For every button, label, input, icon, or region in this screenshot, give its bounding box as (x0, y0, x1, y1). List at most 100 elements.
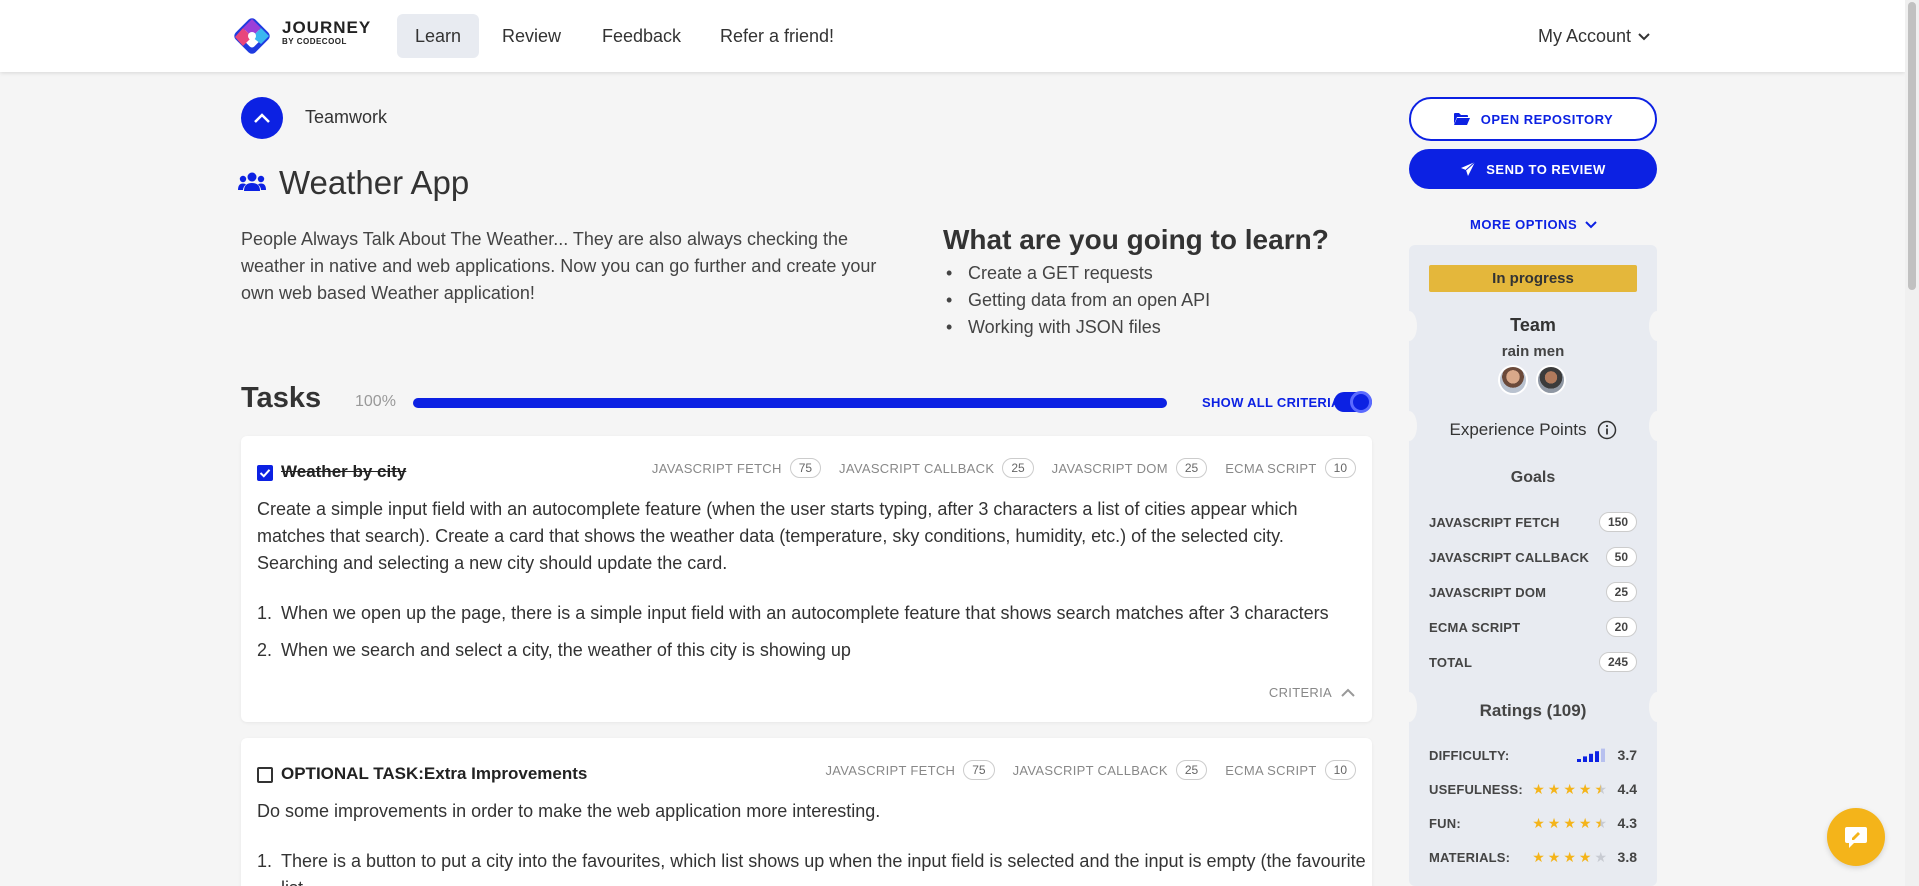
task-tag: ECMA SCRIPT 10 (1225, 458, 1356, 478)
feedback-chat-button[interactable] (1827, 808, 1885, 866)
show-all-criteria-label[interactable]: SHOW ALL CRITERIA (1202, 395, 1341, 410)
criteria-item: 1. There is a button to put a city into t… (257, 848, 1372, 886)
goal-value: 25 (1605, 582, 1637, 602)
goal-row: JAVASCRIPT CALLBACK 50 (1429, 545, 1637, 569)
progress-bar-fill (413, 398, 1167, 408)
avatar[interactable] (1536, 365, 1566, 395)
page-scrollbar[interactable] (1905, 0, 1919, 886)
progress-bar (413, 398, 1167, 408)
rating-name: MATERIALS: (1429, 849, 1511, 865)
star-icon: ★ (1547, 815, 1561, 831)
nav-feedback[interactable]: Feedback (584, 14, 699, 58)
task-checkbox-checked[interactable] (257, 465, 273, 481)
logo-text: JOURNEY BY CODECOOL (282, 19, 371, 47)
send-to-review-button[interactable]: SEND TO REVIEW (1409, 149, 1657, 189)
tag-name: ECMA SCRIPT (1225, 762, 1317, 778)
task-checkbox-unchecked[interactable] (257, 767, 273, 783)
journey-logo-icon[interactable] (232, 16, 272, 56)
breadcrumb[interactable]: Teamwork (305, 107, 387, 128)
task-title: Weather by city (281, 462, 407, 481)
avatar[interactable] (1498, 365, 1528, 395)
rating-stars: ★ ★ ★ ★ ★ (1521, 782, 1607, 796)
criteria-text: There is a button to put a city into the… (281, 851, 1366, 886)
rating-name: USEFULNESS: (1429, 781, 1523, 797)
star-icon: ★ (1594, 781, 1607, 797)
criteria-collapse-button[interactable]: CRITERIA (1269, 685, 1356, 700)
goal-name: JAVASCRIPT FETCH (1429, 514, 1560, 530)
logo-title: JOURNEY (282, 18, 372, 37)
tag-value: 10 (1324, 760, 1356, 780)
task-card: OPTIONAL TASK:Extra Improvements JAVASCR… (241, 738, 1372, 886)
task-tag: JAVASCRIPT DOM 25 (1052, 458, 1208, 478)
rating-value: 4.3 (1617, 815, 1637, 831)
tag-value: 25 (1175, 458, 1208, 478)
rating-value: 4.4 (1617, 781, 1637, 797)
my-account-menu[interactable]: My Account (1538, 14, 1651, 58)
star-icon: ★ (1547, 849, 1561, 865)
nav-review[interactable]: Review (484, 14, 579, 58)
ratings-heading: Ratings (109) (1479, 701, 1587, 720)
difficulty-bar (1595, 751, 1599, 762)
folder-open-icon (1453, 113, 1470, 125)
goals-heading: Goals (1510, 469, 1556, 486)
send-to-review-label: SEND TO REVIEW (1486, 161, 1606, 177)
learn-item: Working with JSON files (946, 314, 1210, 341)
info-icon[interactable] (1597, 420, 1617, 440)
task-criteria-list: 1. There is a button to put a city into t… (257, 848, 1372, 886)
nav-refer-friend[interactable]: Refer a friend! (702, 14, 852, 58)
nav-learn[interactable]: Learn (397, 14, 480, 58)
logo-subtitle: BY CODECOOL (282, 37, 347, 46)
team-heading: Team (1510, 315, 1556, 335)
tag-name: JAVASCRIPT CALLBACK (839, 460, 995, 476)
more-options-button[interactable]: MORE OPTIONS (1470, 217, 1597, 232)
criteria-item: 1. When we open up the page, there is a s… (257, 603, 1329, 623)
learn-list: Create a GET requests Getting data from … (946, 260, 1210, 341)
star-icon: ★ (1532, 815, 1545, 831)
star-icon: ★ (1563, 781, 1576, 797)
rating-row-difficulty: DIFFICULTY: 3.7 (1429, 745, 1637, 765)
collapse-up-button[interactable] (241, 97, 283, 139)
criteria-text: When we search and select a city, the we… (281, 640, 851, 660)
goal-name: JAVASCRIPT CALLBACK (1429, 549, 1590, 565)
check-icon (259, 469, 271, 478)
rating-row-fun: FUN: ★ ★ ★ ★ ★ 4.3 (1429, 813, 1637, 833)
task-tag: JAVASCRIPT FETCH 75 (825, 760, 995, 780)
difficulty-bar (1601, 748, 1605, 762)
difficulty-bar (1583, 756, 1587, 762)
task-description: Create a simple input field with an auto… (257, 499, 1298, 573)
star-icon: ★ (1578, 849, 1592, 865)
task-tag: JAVASCRIPT CALLBACK 25 (1013, 760, 1208, 780)
toggle-knob (1350, 391, 1372, 413)
tag-name: ECMA SCRIPT (1225, 460, 1317, 476)
tasks-heading: Tasks (241, 382, 322, 414)
project-info-panel: In progress Team rain men Experience Poi… (1401, 245, 1665, 886)
experience-points-label: Experience Points (1449, 420, 1587, 439)
tag-name: JAVASCRIPT CALLBACK (1012, 762, 1168, 778)
star-icon: ★ (1594, 815, 1607, 831)
task-criteria-list: 1. When we open up the page, there is a s… (257, 600, 1329, 674)
star-icon: ★ (1563, 815, 1576, 831)
star-icon: ★ (1563, 849, 1576, 865)
show-all-criteria-toggle[interactable] (1334, 391, 1372, 413)
goal-name: ECMA SCRIPT (1429, 619, 1521, 635)
difficulty-bar (1589, 753, 1593, 762)
difficulty-bar (1577, 759, 1581, 762)
task-card: Weather by city JAVASCRIPT FETCH 75 JAVAS… (241, 436, 1372, 722)
progress-percentage: 100% (355, 393, 396, 410)
page-title: Weather App (279, 164, 470, 201)
scrollbar-thumb[interactable] (1908, 2, 1916, 290)
chevron-down-icon (1638, 33, 1650, 41)
goal-name: TOTAL (1429, 654, 1473, 670)
tag-name: JAVASCRIPT DOM (1051, 460, 1168, 476)
open-repository-button[interactable]: OPEN REPOSITORY (1409, 97, 1657, 141)
experience-points-heading: Experience Points (1409, 420, 1657, 440)
difficulty-bars (1577, 748, 1605, 762)
goal-row: JAVASCRIPT FETCH 150 (1429, 510, 1637, 534)
tag-name: JAVASCRIPT FETCH (651, 460, 782, 476)
goal-value: 50 (1605, 547, 1637, 567)
star-icon: ★ (1532, 849, 1545, 865)
task-tag: JAVASCRIPT CALLBACK 25 (839, 458, 1034, 478)
goal-name: JAVASCRIPT DOM (1429, 584, 1547, 600)
open-repository-label: OPEN REPOSITORY (1480, 111, 1614, 127)
rating-stars: ★ ★ ★ ★ ★ (1521, 816, 1607, 830)
